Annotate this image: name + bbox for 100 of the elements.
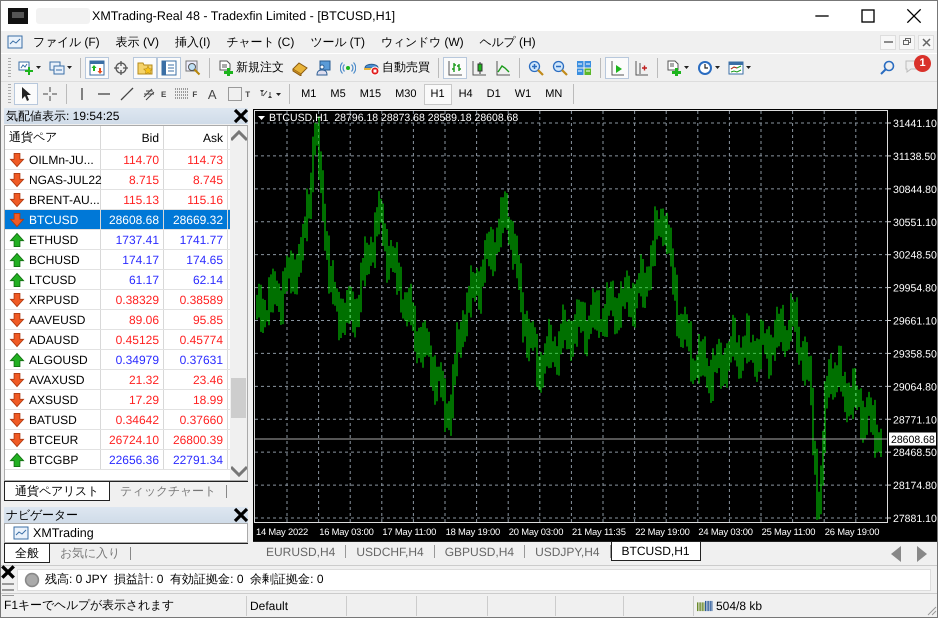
tab[interactable]: GBPUSD,H4 <box>434 542 524 561</box>
symbol-name[interactable]: AVAXUSD <box>29 372 85 386</box>
symbol-name[interactable]: BRENT-AU... <box>29 192 100 206</box>
toolbar-button[interactable] <box>605 56 629 78</box>
column-header[interactable]: Ask <box>164 126 228 149</box>
tree-item[interactable]: XMTrading <box>33 526 94 540</box>
tab[interactable]: USDCHF,H4 <box>346 542 434 561</box>
person-screen-icon <box>316 60 332 76</box>
tab[interactable]: EURUSD,H4 <box>256 542 346 561</box>
tab[interactable]: BTCUSD,H1 <box>610 542 701 561</box>
symbol-name[interactable]: ALGOUSD <box>29 352 88 366</box>
column-header[interactable]: Bid <box>101 126 164 149</box>
symbol-name[interactable]: BTCGBP <box>29 452 78 466</box>
document-plus-icon <box>218 60 234 76</box>
timeframe-button[interactable]: M15 <box>352 84 388 104</box>
menu-item[interactable]: ヘルプ (H) <box>476 32 548 52</box>
symbol-name[interactable]: BTCEUR <box>29 432 78 446</box>
timeframe-button[interactable]: H4 <box>452 84 480 104</box>
timeframe-button[interactable]: M30 <box>388 84 424 104</box>
price-axis-label: 31441.10 <box>893 118 937 130</box>
toolbar-button[interactable]: T <box>223 83 254 105</box>
bid-price: 1737.41 <box>101 230 164 249</box>
caret-icon[interactable] <box>67 66 72 69</box>
toolbar-button[interactable] <box>14 83 38 105</box>
minimize-button[interactable] <box>880 34 896 50</box>
bid-price: 17.29 <box>101 390 164 409</box>
symbol-name[interactable]: BCHUSD <box>29 252 80 266</box>
close-button[interactable] <box>234 508 248 522</box>
caret-icon[interactable] <box>715 66 720 69</box>
tab[interactable]: USDJPY,H4 <box>525 542 610 561</box>
axis-play-icon <box>609 60 625 76</box>
bid-price: 22656.36 <box>101 450 164 469</box>
symbol-name[interactable]: ETHUSD <box>29 232 78 246</box>
menu-item[interactable]: 表示 (V) <box>112 32 171 52</box>
diagonal-line-icon <box>119 86 135 102</box>
profile-name: Default <box>247 596 347 616</box>
caret-icon[interactable] <box>36 66 41 69</box>
toolbar-button[interactable] <box>443 56 467 78</box>
legend-triangle-icon[interactable] <box>258 116 265 120</box>
caret-icon[interactable] <box>684 66 689 69</box>
menu-item[interactable]: ファイル (F) <box>29 32 112 52</box>
timeframe-button[interactable]: H1 <box>424 84 452 104</box>
document-plus-icon <box>666 60 682 76</box>
traffic-text: 504/8 kb <box>716 598 762 612</box>
crosshair-icon <box>113 60 129 76</box>
toolbar-button[interactable]: E <box>139 83 170 105</box>
symbol-name[interactable]: XRPUSD <box>29 292 80 306</box>
menu-item[interactable]: ツール (T) <box>306 32 377 52</box>
chart-window-icon <box>7 34 23 50</box>
tab[interactable]: 全般 <box>4 544 50 563</box>
chart-legend: BTCUSD,H1 28796.18 28873.68 28589.18 28608.68 <box>269 112 518 124</box>
time-axis-label: 22 May 19:00 <box>635 526 690 537</box>
toolbar-button[interactable]: 自動売買 <box>360 56 434 78</box>
symbol-name[interactable]: NGAS-JUL22 <box>29 172 102 186</box>
bid-price: 28608.68 <box>101 210 164 229</box>
symbol-name[interactable]: ADAUSD <box>29 332 80 346</box>
close-icon[interactable] <box>906 8 922 24</box>
restore-icon[interactable] <box>902 38 912 46</box>
toolbar-button[interactable]: A <box>201 83 224 105</box>
caret-icon[interactable] <box>746 66 751 69</box>
timeframe-button[interactable]: M1 <box>294 84 324 104</box>
price-axis-label: 30844.80 <box>893 184 937 196</box>
timeframe-button[interactable]: W1 <box>508 84 538 104</box>
toolbar-button[interactable]: 新規注文 <box>214 56 288 78</box>
symbol-name[interactable]: BATUSD <box>29 412 77 426</box>
resize-grip-icon[interactable] <box>925 604 937 616</box>
symbol-name[interactable]: AXSUSD <box>29 392 78 406</box>
tab[interactable]: お気に入り <box>50 544 130 563</box>
chart-plus-icon <box>18 60 34 76</box>
maximize-icon[interactable] <box>860 8 876 24</box>
ask-price: 0.38589 <box>164 290 228 309</box>
price-axis-label: 29358.50 <box>893 348 937 360</box>
price-axis-label: 28771.10 <box>893 414 937 426</box>
ask-price: 174.65 <box>164 250 228 269</box>
panel-title: ナビゲーター <box>6 506 79 524</box>
menu-item[interactable]: ウィンドウ (W) <box>376 32 476 52</box>
symbol-name[interactable]: LTCUSD <box>29 272 76 286</box>
close-icon[interactable] <box>1 564 16 580</box>
toolbar-button[interactable]: F <box>170 83 202 105</box>
timeframe-button[interactable]: M5 <box>323 84 353 104</box>
scroll-down-button[interactable] <box>230 463 247 480</box>
bid-price: 21.32 <box>101 370 164 389</box>
selected-row-highlight[interactable]: BTCUSD 28608.68 28669.32 <box>5 210 230 230</box>
bid-price: 8.715 <box>101 170 164 189</box>
tab[interactable]: 通貨ペアリスト <box>4 482 110 501</box>
scrollbar-thumb[interactable] <box>231 378 246 418</box>
menu-item[interactable]: 挿入(I) <box>171 32 222 52</box>
tab[interactable]: ティックチャート <box>110 482 226 501</box>
bid-price: 89.06 <box>101 310 164 329</box>
timeframe-button[interactable]: D1 <box>480 84 508 104</box>
symbol-name[interactable]: OILMn-JU... <box>29 152 94 166</box>
symbol-name[interactable]: AAVEUSD <box>29 312 86 326</box>
caret-icon[interactable] <box>276 92 282 96</box>
close-button[interactable] <box>234 109 248 123</box>
timeframe-button[interactable]: MN <box>538 84 570 104</box>
search-icon[interactable] <box>879 60 895 76</box>
symbol-name[interactable]: BTCUSD <box>29 212 78 226</box>
column-header[interactable]: 通貨ペア <box>5 126 101 149</box>
menu-item[interactable]: チャート (C) <box>222 32 306 52</box>
restore-button[interactable] <box>899 34 915 50</box>
